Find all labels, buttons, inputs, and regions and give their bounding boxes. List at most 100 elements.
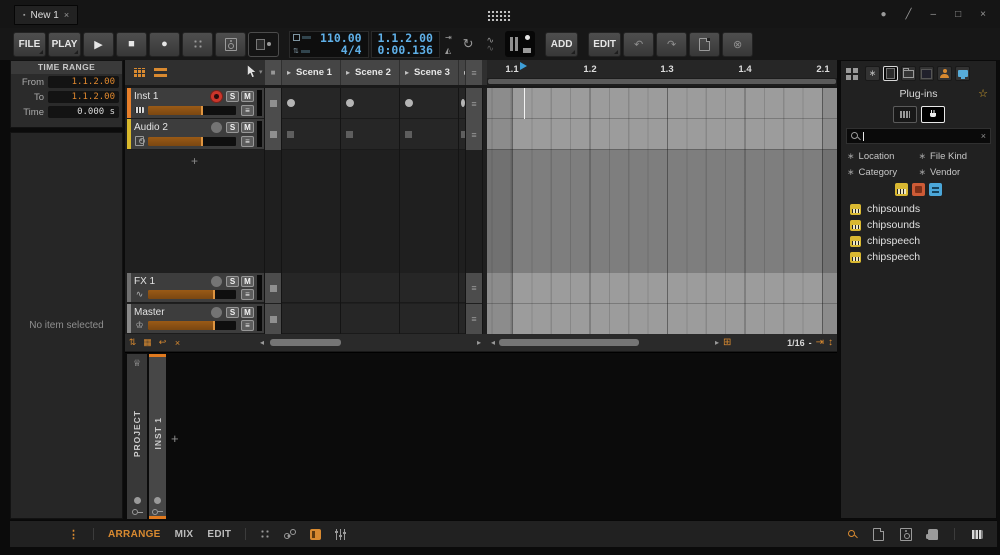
launcher-scroll-left[interactable]: ◂ <box>260 338 264 347</box>
time-value[interactable]: 0:00.136 <box>378 44 433 56</box>
filter-file-kind[interactable]: ∗ File Kind <box>919 148 991 164</box>
track-name-audio2[interactable]: Audio 2 <box>134 122 211 133</box>
search-clear-icon[interactable]: × <box>981 131 986 141</box>
grid-resolution-value[interactable]: 1/16 <box>787 338 805 348</box>
browser-toggle-icon[interactable] <box>848 529 857 539</box>
solo-button-audio2[interactable]: S <box>226 121 239 133</box>
play-button[interactable]: ▶ <box>83 31 114 57</box>
tab-devices[interactable] <box>955 66 970 81</box>
project-notes-icon[interactable] <box>873 527 884 541</box>
view-edit-button[interactable]: EDIT <box>207 529 231 540</box>
scene-menu-header-cell[interactable]: ≡ <box>466 60 482 85</box>
delete-button[interactable]: ⊗ <box>722 31 754 57</box>
arranger-scroll-left[interactable]: ◂ <box>491 338 495 347</box>
show-mixer-icon[interactable] <box>335 528 347 540</box>
inst1-power-icon[interactable] <box>154 496 161 504</box>
scene-3-header[interactable]: ▸ Scene 3 <box>400 60 458 85</box>
punch-in-icon[interactable]: ⇥ <box>445 33 452 42</box>
stop-clips-inst1[interactable] <box>265 88 281 119</box>
metronome-icon[interactable]: ◭ <box>445 46 452 55</box>
vu-folder-icon[interactable] <box>523 48 532 53</box>
slot-menu-inst1[interactable]: ≡ <box>466 88 482 119</box>
tempo-tap-icon[interactable] <box>293 34 300 42</box>
dashboard-button[interactable]: ⋮ <box>68 528 79 541</box>
view-arrange-button[interactable]: ARRANGE <box>108 529 161 540</box>
pointer-tool-icon[interactable] <box>246 64 257 84</box>
show-clip-launcher-icon[interactable] <box>260 529 271 539</box>
maximize-button[interactable]: □ <box>955 9 961 20</box>
browser-grid-icon[interactable] <box>846 67 858 80</box>
clip-slot-audio2-s2[interactable] <box>341 119 399 150</box>
slot-menu-fx1[interactable]: ≡ <box>466 273 482 303</box>
clip-slot-audio2-s1[interactable] <box>282 119 340 150</box>
stop-all-header-cell[interactable]: ■ <box>265 60 281 85</box>
note-fx-chip-icon[interactable] <box>929 182 942 196</box>
tempo-display[interactable]: ⇅ 110.00 4/4 <box>289 30 369 59</box>
tempo-nudge-icon[interactable]: ⇅ <box>293 48 299 55</box>
track-header-fx1[interactable]: FX 1 S M ∿ ≡ <box>127 273 264 303</box>
clip-slot-fx1-s1[interactable] <box>282 273 340 303</box>
beat-ruler[interactable]: 1.1 1.2 1.3 1.4 2.1 <box>487 60 837 78</box>
track-menu-inst1[interactable]: ≡ <box>241 104 254 116</box>
solo-button-master[interactable]: S <box>226 306 239 318</box>
file-menu-button[interactable]: FILE <box>13 31 46 57</box>
audio-engine-icon[interactable] <box>900 527 912 541</box>
stop-button[interactable]: ■ <box>116 31 147 57</box>
clip-slot-inst1-s3[interactable] <box>400 88 458 119</box>
record-arm-fx1[interactable] <box>211 275 222 287</box>
track-name-fx1[interactable]: FX 1 <box>134 276 211 287</box>
solo-button-inst1[interactable]: S <box>226 90 239 102</box>
from-value-field[interactable]: 1.1.2.00 <box>48 76 119 88</box>
stop-clips-fx1[interactable] <box>265 273 281 303</box>
clip-slot-master-s3[interactable] <box>400 304 458 334</box>
mute-button-inst1[interactable]: M <box>241 90 254 102</box>
duplicate-button[interactable] <box>689 31 721 57</box>
launcher-pad-button[interactable]: ▦ <box>140 337 155 348</box>
cue-monitor-button[interactable] <box>215 31 246 57</box>
time-signature-value[interactable]: 4/4 <box>320 44 362 56</box>
add-track-hint[interactable]: + <box>191 154 198 168</box>
grid-resolution-minus[interactable]: - <box>809 338 812 348</box>
filter-category[interactable]: ∗ Category <box>847 164 919 180</box>
browser-search-field[interactable]: × <box>846 128 991 144</box>
mute-button-audio2[interactable]: M <box>241 121 254 133</box>
add-device-button[interactable]: + <box>171 431 179 446</box>
result-item[interactable]: chipsounds <box>841 201 996 217</box>
add-button[interactable]: ADD <box>545 31 579 57</box>
clear-launcher-button[interactable]: × <box>170 338 185 348</box>
plugin-filter-button[interactable] <box>920 105 945 123</box>
redo-button[interactable]: ↷ <box>656 31 688 57</box>
tab-plugins[interactable] <box>883 66 898 81</box>
record-arm-master[interactable] <box>211 306 222 318</box>
track-header-inst1[interactable]: Inst 1 S M ≡ <box>127 88 264 119</box>
track-name-inst1[interactable]: Inst 1 <box>134 91 211 102</box>
scene-2-play-icon[interactable]: ▸ <box>346 68 350 77</box>
arranger-grid[interactable] <box>487 88 837 334</box>
effect-chip-icon[interactable] <box>912 182 925 196</box>
tab-project[interactable]: ♕ PROJECT <box>127 354 147 519</box>
position-display[interactable]: 1.1.2.00 0:00.136 <box>370 30 440 58</box>
tab-artists[interactable] <box>937 66 952 81</box>
instrument-chip-icon[interactable] <box>895 182 908 196</box>
undo-button[interactable]: ↶ <box>623 31 655 57</box>
scene-4-header-clipped[interactable]: ▸ <box>459 60 465 85</box>
stop-all-clips-button[interactable]: ⇅ <box>125 337 140 348</box>
automation-write-icon[interactable]: ∿ <box>487 44 495 53</box>
time-value-field[interactable]: 0.000 s <box>48 106 119 118</box>
tempo-mini-controls[interactable]: ⇅ <box>290 30 314 59</box>
track-menu-fx1[interactable]: ≡ <box>241 288 254 300</box>
clip-slot-audio2-s3[interactable] <box>400 119 458 150</box>
volume-fader-master[interactable] <box>148 320 236 330</box>
record-button[interactable]: ● <box>149 31 180 57</box>
close-button[interactable]: × <box>980 9 986 20</box>
clip-slot-audio2-s4[interactable] <box>459 119 465 150</box>
clip-slot-inst1-s1[interactable] <box>282 88 340 119</box>
arranger-scrollbar-thumb[interactable] <box>499 339 640 346</box>
record-arm-audio2[interactable] <box>211 121 222 133</box>
to-value-field[interactable]: 1.1.2.00 <box>48 91 119 103</box>
solo-button-fx1[interactable]: S <box>226 275 239 287</box>
project-tab-close-icon[interactable]: × <box>64 10 69 20</box>
track-list-icon[interactable] <box>154 68 167 77</box>
mute-button-master[interactable]: M <box>241 306 254 318</box>
track-menu-master[interactable]: ≡ <box>241 319 254 331</box>
